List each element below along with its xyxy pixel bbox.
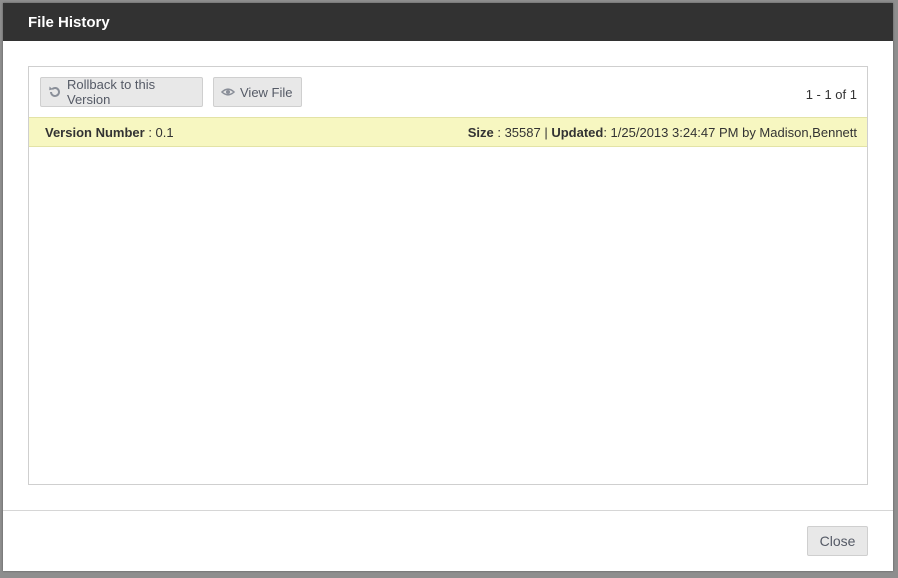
view-file-button[interactable]: View File <box>213 77 302 107</box>
version-row[interactable]: Version Number : 0.1 Size : 35587 | Upda… <box>29 117 867 147</box>
rollback-icon <box>48 85 62 99</box>
footer-divider <box>3 510 893 511</box>
size-label: Size <box>467 125 494 140</box>
version-number: Version Number : 0.1 <box>45 125 174 140</box>
version-panel: Rollback to this Version View File 1 - 1… <box>28 66 868 485</box>
rollback-button-label: Rollback to this Version <box>67 77 156 107</box>
close-button[interactable]: Close <box>807 526 868 556</box>
updated-label: Updated <box>551 125 604 140</box>
version-number-label: Version Number <box>45 125 145 140</box>
dialog-title: File History <box>28 14 110 31</box>
size-value: : 35587 | <box>493 125 552 140</box>
version-details: Size : 35587 | Updated: 1/25/2013 3:24:4… <box>468 125 857 140</box>
rollback-button[interactable]: Rollback to this Version <box>40 77 203 107</box>
eye-icon <box>221 85 235 99</box>
file-history-dialog: File History Rollback to this Version Vi… <box>3 3 893 571</box>
pagination-info: 1 - 1 of 1 <box>805 87 857 102</box>
dialog-titlebar: File History <box>3 3 893 41</box>
version-number-value: : 0.1 <box>144 125 174 140</box>
updated-value: : 1/25/2013 3:24:47 PM by Madison,Bennet… <box>603 125 857 140</box>
view-file-button-label: View File <box>240 84 293 100</box>
